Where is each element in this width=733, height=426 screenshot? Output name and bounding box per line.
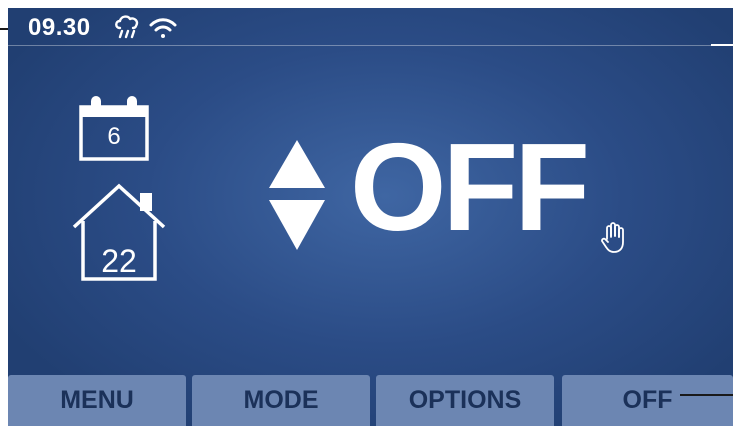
bottom-menu: MENU MODE OPTIONS OFF (8, 375, 733, 426)
up-down-arrows-icon[interactable] (265, 136, 329, 261)
program-day-number: 6 (107, 123, 121, 150)
status-bar: 09.30 (8, 8, 733, 46)
menu-button[interactable]: MENU (8, 375, 186, 426)
status-divider (8, 45, 733, 46)
wifi-icon (148, 16, 178, 45)
clock-time: 09.30 (28, 14, 91, 41)
room-temperature-value: 22 (101, 243, 137, 279)
room-temperature: 22 (70, 183, 168, 288)
callout-leader-line-bottom (680, 394, 733, 396)
options-button[interactable]: OPTIONS (376, 375, 554, 426)
callout-leader-line-right-top (711, 44, 733, 46)
thermostat-screen: 09.30 6 22 OFF MENU MODE OPTIONS OFF (8, 8, 733, 426)
mode-button[interactable]: MODE (192, 375, 370, 426)
off-button[interactable]: OFF (562, 375, 733, 426)
rain-cloud-icon (112, 13, 142, 46)
hand-icon (600, 222, 628, 259)
mode-value: OFF (350, 119, 590, 257)
arrow-down-icon[interactable] (269, 200, 325, 250)
program-day: 6 (78, 93, 150, 166)
arrow-up-icon[interactable] (269, 140, 325, 188)
